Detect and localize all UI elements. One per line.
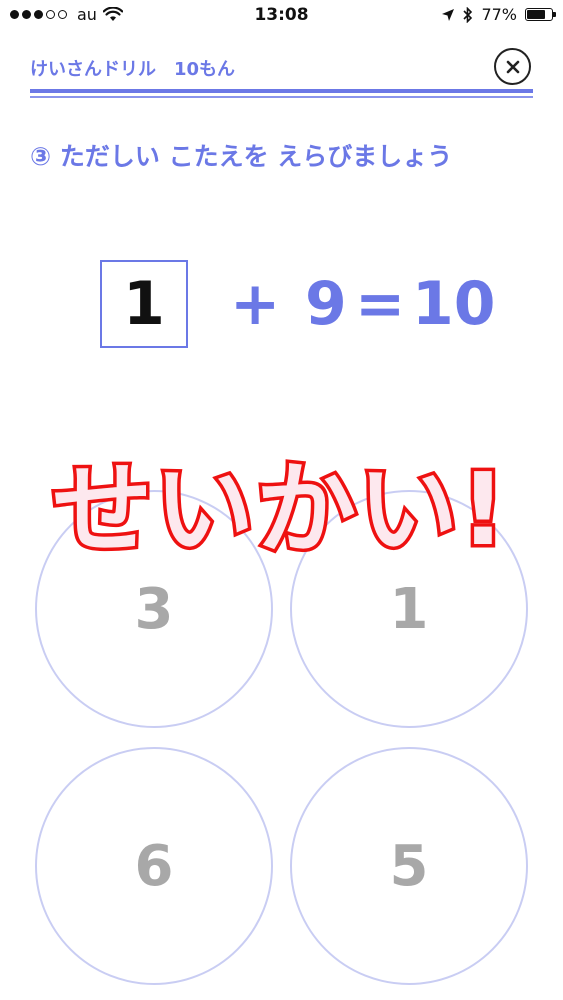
header-divider-thin (30, 96, 533, 98)
battery-cap (553, 12, 556, 17)
bluetooth-icon (463, 6, 473, 23)
equation-operand: 9 (305, 269, 347, 339)
close-icon (506, 60, 519, 73)
battery-fill (527, 10, 545, 19)
close-button[interactable] (494, 48, 531, 85)
battery-percent: 77% (481, 5, 517, 24)
choice-button[interactable]: 5 (290, 747, 528, 985)
page-title: けいさんドリル 10もん (30, 59, 236, 80)
correct-feedback: せいかい! (49, 451, 510, 568)
equation-operator: + (230, 269, 281, 339)
location-arrow-icon (442, 8, 455, 21)
equation-result: 10 (412, 269, 496, 339)
choice-button[interactable]: 6 (35, 747, 273, 985)
header-divider (30, 89, 533, 93)
equation-equals: = (355, 269, 406, 339)
instruction-text: ③ ただしい こたえを えらびましょう (30, 142, 453, 171)
status-right: 77% (441, 5, 556, 24)
answer-box: 1 (100, 260, 188, 348)
status-bar: au 13:08 77% (0, 0, 563, 34)
battery-icon (525, 8, 556, 21)
